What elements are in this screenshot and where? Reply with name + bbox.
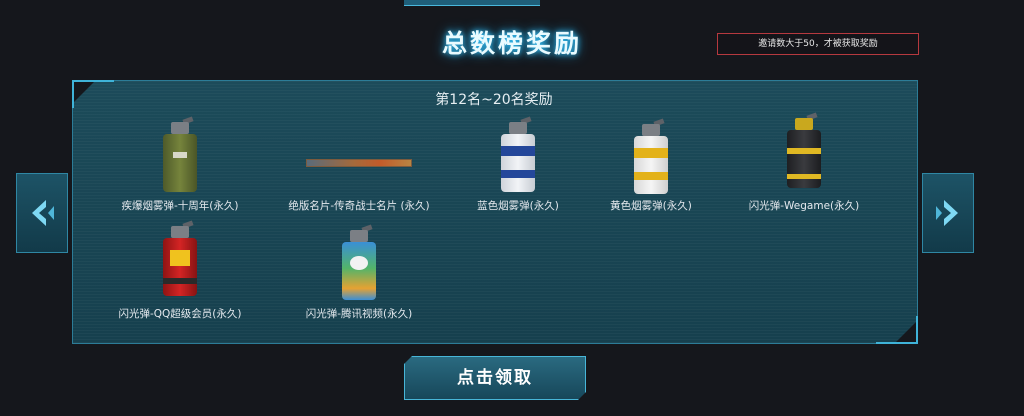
reward-item: 闪光弹-腾讯视频(永久) (284, 224, 434, 321)
reward-item: 黄色烟雾弹(永久) (576, 118, 726, 213)
flash-grenade-qq-svip-icon (105, 220, 255, 302)
rank-range-title: 第12名~20名奖励 (435, 92, 553, 108)
invite-requirement-notice: 邀请数大于50，才被获取奖励 (717, 33, 919, 55)
reward-item: 疾爆烟雾弹-十周年(永久) (105, 116, 255, 213)
reward-item-label: 闪光弹-腾讯视频(永久) (305, 308, 413, 320)
top-tab-decoration (404, 0, 540, 6)
reward-item-label: 闪光弹-Wegame(永久) (748, 200, 860, 212)
chevron-left-icon (32, 200, 54, 226)
flash-grenade-tencent-video-icon (284, 224, 434, 302)
smoke-grenade-tenth-anniversary-icon (105, 116, 255, 194)
reward-item-label: 蓝色烟雾弹(永久) (477, 200, 559, 212)
prev-page-button[interactable] (16, 173, 68, 253)
reward-item-label: 闪光弹-QQ超级会员(永久) (118, 308, 242, 320)
panel-corner-decoration (876, 316, 918, 344)
reward-item-label: 疾爆烟雾弹-十周年(永久) (121, 200, 239, 212)
reward-item-label: 绝版名片-传奇战士名片 (永久) (288, 200, 430, 212)
name-card-legendary-warrior-icon (284, 118, 434, 194)
yellow-smoke-grenade-icon (576, 118, 726, 194)
reward-item-label: 黄色烟雾弹(永久) (610, 200, 692, 212)
next-page-button[interactable] (922, 173, 974, 253)
claim-reward-button[interactable]: 点击领取 (404, 356, 586, 400)
blue-smoke-grenade-icon (443, 116, 593, 194)
reward-item: 蓝色烟雾弹(永久) (443, 116, 593, 213)
chevron-right-icon (936, 200, 958, 226)
reward-item: 闪光弹-QQ超级会员(永久) (105, 220, 255, 321)
reward-item: 绝版名片-传奇战士名片 (永久) (284, 118, 434, 213)
reward-item: 闪光弹-Wegame(永久) (729, 112, 879, 213)
flash-grenade-wegame-icon (729, 112, 879, 194)
